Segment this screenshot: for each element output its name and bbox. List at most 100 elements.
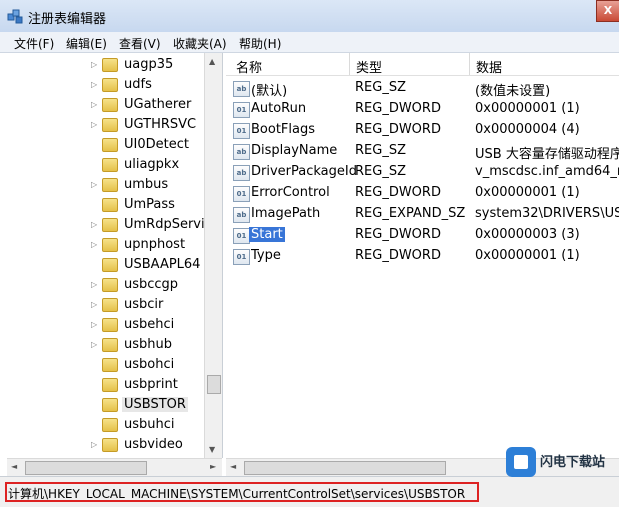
value-type: REG_DWORD	[355, 185, 441, 200]
column-separator[interactable]	[349, 53, 350, 75]
watermark-logo-icon	[506, 447, 536, 477]
value-name: DisplayName	[251, 143, 338, 158]
folder-icon	[102, 378, 118, 392]
expand-arrow-icon[interactable]: ▷	[91, 120, 97, 129]
folder-icon	[102, 358, 118, 372]
value-type: REG_SZ	[355, 143, 406, 158]
expand-arrow-icon[interactable]: ▷	[91, 60, 97, 69]
string-value-icon: ab	[233, 165, 250, 181]
menu-file[interactable]: 文件(F)	[14, 35, 54, 52]
value-row[interactable]: ab DisplayName REG_SZ USB 大容量存储驱动程序	[226, 141, 619, 162]
menu-favorites[interactable]: 收藏夹(A)	[173, 35, 227, 52]
value-data: system32\DRIVERS\USBSTOR	[475, 206, 619, 221]
string-value-icon: ab	[233, 207, 250, 223]
tree-item-label: usbohci	[124, 357, 175, 372]
tree-horizontal-scrollbar[interactable]: ◄ ►	[7, 458, 222, 476]
binary-value-icon: 01	[233, 102, 250, 118]
value-name: BootFlags	[251, 122, 316, 137]
column-header-type[interactable]: 类型	[356, 57, 382, 76]
value-row[interactable]: ab (默认) REG_SZ (数值未设置)	[226, 78, 619, 99]
value-row[interactable]: ab DriverPackageId REG_SZ v_mscdsc.inf_amd6…	[226, 162, 619, 183]
folder-icon	[102, 78, 118, 92]
expand-arrow-icon[interactable]: ▷	[91, 100, 97, 109]
tree-item-label: USBSTOR	[122, 397, 188, 412]
expand-arrow-icon[interactable]: ▷	[91, 80, 97, 89]
column-separator[interactable]	[469, 53, 470, 75]
folder-icon	[102, 238, 118, 252]
value-name: Type	[251, 248, 281, 263]
value-type: REG_EXPAND_SZ	[355, 206, 466, 221]
menu-help[interactable]: 帮助(H)	[239, 35, 281, 52]
scroll-left-icon[interactable]: ◄	[230, 462, 236, 471]
string-value-icon: ab	[233, 81, 250, 97]
scroll-left-icon[interactable]: ◄	[11, 462, 17, 471]
scroll-right-icon[interactable]: ►	[210, 462, 216, 471]
expand-arrow-icon[interactable]: ▷	[91, 340, 97, 349]
registry-editor-window: 注册表编辑器 X 文件(F) 编辑(E) 查看(V) 收藏夹(A) 帮助(H) …	[0, 0, 619, 507]
watermark-text: 闪电下载站	[540, 455, 606, 470]
expand-arrow-icon[interactable]: ▷	[91, 440, 97, 449]
value-data: 0x00000001 (1)	[475, 101, 580, 116]
tree-item-label: usbehci	[124, 317, 175, 332]
value-row[interactable]: ab ImagePath REG_EXPAND_SZ system32\DRIVERS…	[226, 204, 619, 225]
tree-item-label: uagp35	[124, 57, 174, 72]
value-row[interactable]: 01 ErrorControl REG_DWORD 0x00000001 (1)	[226, 183, 619, 204]
tree-item-label: UmPass	[124, 197, 175, 212]
value-type: REG_SZ	[355, 80, 406, 95]
value-name: DriverPackageId	[251, 164, 357, 179]
tree-item-label: upnphost	[124, 237, 186, 252]
expand-arrow-icon[interactable]: ▷	[91, 280, 97, 289]
tree-item-label: usbcir	[124, 297, 164, 312]
value-row[interactable]: 01 BootFlags REG_DWORD 0x00000004 (4)	[226, 120, 619, 141]
scroll-thumb[interactable]	[244, 461, 446, 475]
value-data: 0x00000001 (1)	[475, 248, 580, 263]
expand-arrow-icon[interactable]: ▷	[91, 180, 97, 189]
value-name: Start	[249, 227, 285, 242]
folder-icon	[102, 338, 118, 352]
tree-item-label: usbhub	[124, 337, 172, 352]
expand-arrow-icon[interactable]: ▷	[91, 240, 97, 249]
registry-editor-icon	[7, 9, 23, 24]
column-header-data[interactable]: 数据	[476, 57, 502, 76]
binary-value-icon: 01	[233, 123, 250, 139]
key-tree-pane[interactable]: ▷ uagp35 ▷ udfs ▷ UGatherer ▷ UGTHRSVC UI0Detect…	[7, 53, 223, 458]
menu-edit[interactable]: 编辑(E)	[66, 35, 107, 52]
value-row[interactable]: 01 Type REG_DWORD 0x00000001 (1)	[226, 246, 619, 267]
folder-icon	[102, 418, 118, 432]
value-data: 0x00000004 (4)	[475, 122, 580, 137]
scroll-thumb[interactable]	[25, 461, 147, 475]
value-name: ErrorControl	[251, 185, 330, 200]
tree-item-label: UGTHRSVC	[124, 117, 197, 132]
value-name: ImagePath	[251, 206, 321, 221]
column-header-name[interactable]: 名称	[236, 57, 262, 76]
title-bar[interactable]: 注册表编辑器 X	[0, 0, 619, 32]
folder-icon	[102, 198, 118, 212]
folder-icon	[102, 438, 118, 452]
value-data: v_mscdsc.inf_amd64_neutral	[475, 164, 619, 179]
value-name: AutoRun	[251, 101, 307, 116]
value-type: REG_DWORD	[355, 227, 441, 242]
expand-arrow-icon[interactable]: ▷	[91, 320, 97, 329]
folder-icon	[102, 158, 118, 172]
values-list-pane[interactable]: 名称 类型 数据 ab (默认) REG_SZ (数值未设置) 01 AutoRun REG…	[226, 53, 619, 458]
expand-arrow-icon[interactable]: ▷	[91, 300, 97, 309]
folder-icon	[102, 298, 118, 312]
scroll-down-icon[interactable]: ▼	[209, 445, 215, 454]
value-type: REG_DWORD	[355, 101, 441, 116]
scroll-thumb[interactable]	[207, 375, 221, 394]
value-row[interactable]: 01 Start REG_DWORD 0x00000003 (3)	[226, 225, 619, 246]
scroll-up-icon[interactable]: ▲	[209, 57, 215, 66]
tree-item-label: usbprint	[124, 377, 178, 392]
value-name: (默认)	[251, 84, 288, 99]
tree-vertical-scrollbar[interactable]: ▲ ▼	[204, 53, 222, 458]
menu-view[interactable]: 查看(V)	[119, 35, 161, 52]
tree-item-label: UI0Detect	[124, 137, 189, 152]
menu-bar: 文件(F) 编辑(E) 查看(V) 收藏夹(A) 帮助(H)	[0, 32, 619, 53]
tree-item-label: usbvideo	[124, 437, 183, 452]
folder-icon	[102, 98, 118, 112]
close-button[interactable]: X	[596, 0, 619, 22]
expand-arrow-icon[interactable]: ▷	[91, 220, 97, 229]
binary-value-icon: 01	[233, 249, 250, 265]
value-row[interactable]: 01 AutoRun REG_DWORD 0x00000001 (1)	[226, 99, 619, 120]
tree-item-label: umbus	[124, 177, 169, 192]
